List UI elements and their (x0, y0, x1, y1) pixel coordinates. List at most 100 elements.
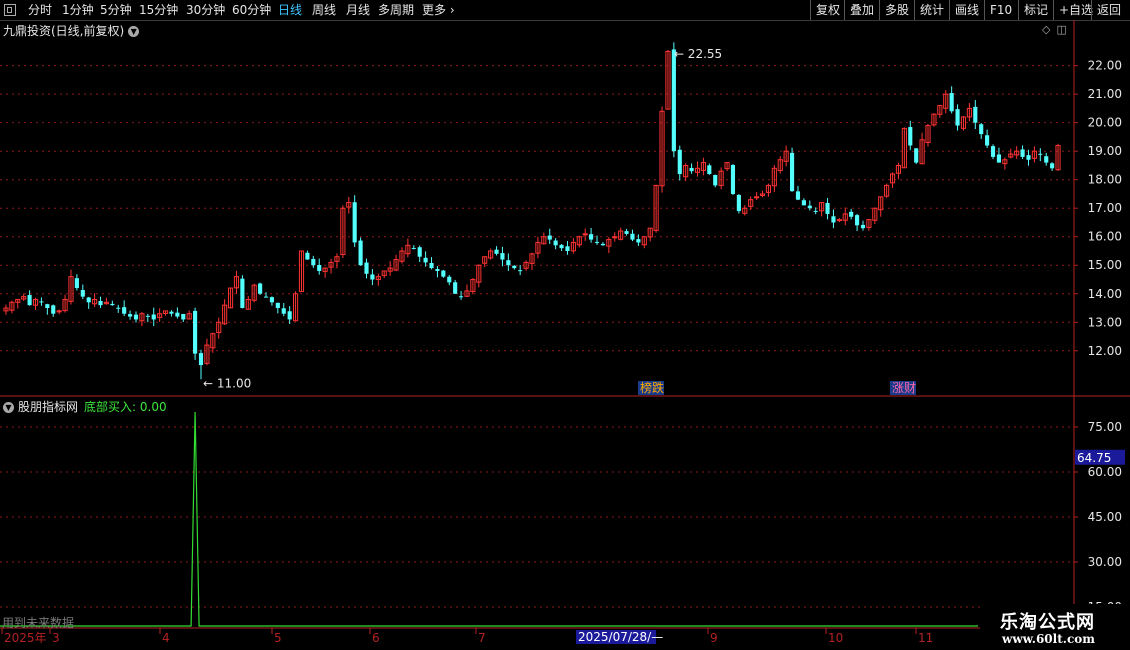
candle-body-down (849, 211, 854, 217)
price-tick-label: 22.00 (1088, 59, 1122, 73)
time-tick-label: 11 (918, 631, 933, 645)
indicator-tick-label: 75.00 (1088, 420, 1122, 434)
chart-controls: ◇ ◫ (1042, 23, 1073, 36)
candle-body-down (358, 240, 363, 266)
indicator-value-label: 底部买入: 0.00 (84, 400, 167, 414)
stock-chart[interactable]: 12.00 13.00 14.00 15.00 16.00 17.00 18.00 19.00… (0, 0, 1130, 650)
candle-body-down (789, 152, 795, 192)
time-tick-label: 6 (372, 631, 380, 645)
candle-body-down (98, 300, 103, 306)
candle-body-down (813, 210, 818, 212)
candle-body-down (512, 265, 517, 269)
candle-body-down (707, 165, 712, 175)
future-data-watermark: 用到未来数据 (2, 616, 75, 630)
candle-body-down (559, 244, 564, 249)
candle-body-down (671, 49, 676, 152)
site-logo: 乐淘公式网 www.60lt.com (980, 604, 1130, 650)
candle-body-down (979, 124, 984, 135)
candle-body-up (836, 219, 842, 222)
candle-body-down (240, 278, 245, 309)
time-tick-label: 10 (828, 631, 843, 645)
candle-body-down (831, 216, 836, 223)
price-tick-label: 15.00 (1088, 258, 1122, 272)
candle-body-down (275, 302, 280, 309)
current-value-label: 64.75 (1077, 451, 1111, 465)
candle-body-down (459, 296, 464, 298)
news-badge-label: 榜跌 (640, 380, 664, 395)
candle-body-down (1050, 163, 1055, 169)
candle-body-down (624, 231, 629, 234)
time-tick-label: 5 (274, 631, 282, 645)
candle-body-down (417, 247, 422, 257)
chevron-down-icon[interactable]: ▼ (128, 26, 140, 37)
candle-body-down (258, 283, 263, 294)
candle-body-down (736, 194, 741, 212)
low-price-label: ← 11.00 (203, 376, 251, 390)
stock-name-label: 九鼎投资(日线,前复权) (3, 24, 125, 38)
candle-body-down (352, 202, 357, 243)
window-toggle-icon[interactable]: ◫ (1056, 23, 1066, 36)
candle-body-down (423, 257, 428, 263)
candle-body-down (855, 215, 860, 226)
candle-body-down (305, 252, 310, 260)
candle-body-down (429, 262, 434, 269)
candle-body-down (80, 290, 85, 297)
candle-body-down (370, 274, 375, 280)
chart-title[interactable]: 九鼎投资(日线,前复权) ▼ (3, 22, 140, 39)
candle-body-down (860, 224, 866, 229)
price-tick-label: 21.00 (1088, 87, 1122, 101)
indicator-name: 股朋指标网 (18, 400, 79, 414)
candle-body-down (1044, 156, 1049, 163)
time-tick-label: 9 (710, 631, 718, 645)
news-badge-label: 涨财 (892, 380, 916, 395)
candle-body-down (116, 307, 121, 309)
candle-body-down (269, 297, 275, 303)
candle-body-down (996, 154, 1002, 163)
candle-body-down (973, 106, 978, 123)
candle-body-down (441, 270, 446, 277)
candle-body-down (547, 235, 552, 240)
candle-body-down (689, 167, 694, 172)
indicator-line-series (0, 411, 978, 627)
candle-body-down (151, 314, 156, 320)
candle-body-down (181, 313, 186, 320)
candle-body-down (39, 301, 44, 303)
candle-body-up (56, 310, 62, 313)
candle-body-down (713, 175, 718, 186)
candle-body-down (1026, 155, 1031, 160)
candle-body-down (287, 311, 292, 320)
candle-body-down (955, 109, 960, 126)
candle-body-down (453, 282, 458, 294)
logo-url-text: www.60lt.com (1002, 632, 1095, 646)
chevron-down-icon[interactable]: ▼ (3, 402, 14, 413)
candle-body-down (27, 295, 32, 306)
price-tick-label: 13.00 (1088, 315, 1122, 329)
time-tick-label: 2025年 (4, 631, 47, 645)
time-tick-label: 7 (478, 631, 486, 645)
candle-body-down (677, 149, 682, 175)
cursor-date-label: 2025/07/28/— (578, 630, 663, 644)
candle-body-down (795, 191, 801, 200)
candle-body-down (128, 314, 133, 317)
candle-body-down (435, 268, 440, 271)
high-price-label: ← 22.55 (674, 47, 722, 61)
time-tick-label: 4 (162, 631, 170, 645)
candle-body-down (730, 164, 736, 194)
candle-body-down (914, 148, 919, 163)
candle-body-down (133, 314, 139, 320)
candle-body-down (825, 202, 830, 214)
candle-body-down (801, 200, 806, 206)
price-tick-label: 18.00 (1088, 173, 1122, 187)
candle-body-down (364, 262, 369, 274)
candle-body-down (281, 308, 286, 314)
candle-body-down (589, 234, 594, 240)
indicator-tick-label: 30.00 (1088, 555, 1122, 569)
price-tick-label: 14.00 (1088, 287, 1122, 301)
diamond-icon[interactable]: ◇ (1042, 23, 1050, 36)
indicator-title[interactable]: ▼ 股朋指标网 底部买入: 0.00 (3, 398, 167, 415)
candle-body-down (630, 233, 635, 240)
price-tick-label: 17.00 (1088, 201, 1122, 215)
candle-body-down (949, 93, 954, 112)
candle-body-down (636, 239, 641, 243)
candle-body-down (263, 296, 269, 298)
